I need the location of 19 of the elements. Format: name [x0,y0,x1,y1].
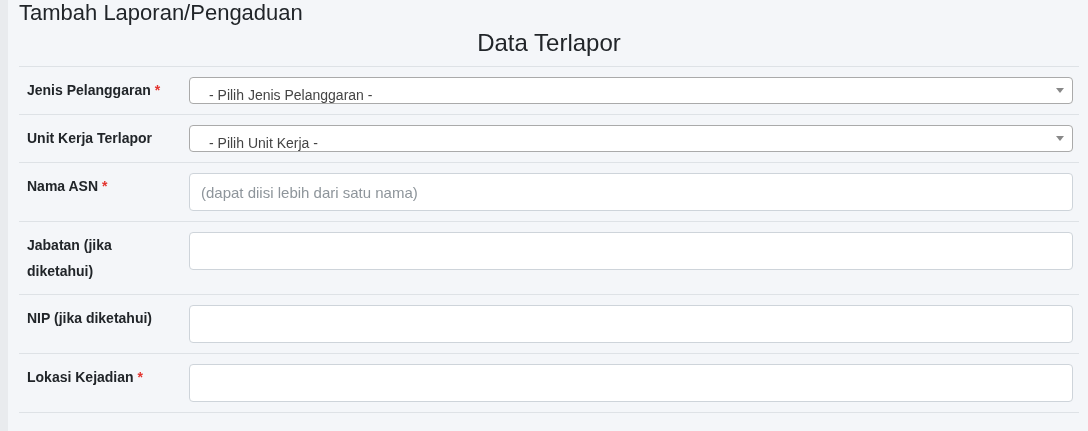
dropdown-field[interactable]: - Pilih Jenis Pelanggaran - [189,77,1073,104]
caret-icon [1056,88,1064,93]
page-title: Tambah Laporan/Pengaduan [19,0,303,26]
dropdown-field[interactable]: - Pilih Unit Kerja - [189,125,1073,152]
required-mark: * [102,178,108,194]
input-field[interactable]: (dapat diisi lebih dari satu nama) [189,173,1073,211]
input-field[interactable] [189,364,1073,402]
required-mark: * [154,82,161,98]
field-label: Unit Kerja Terlapor [26,129,153,148]
field-label: Jenis Pelanggaran * [26,81,162,100]
field-label: Nama ASN * [26,177,109,196]
section-title: Data Terlapor [19,26,1079,67]
caret-icon [1056,136,1064,141]
input-field[interactable] [189,305,1073,343]
required-mark: * [137,369,144,385]
input-field[interactable] [189,232,1073,270]
field-label: Lokasi Kejadian * [26,368,145,387]
field-label: Jabatan (jika diketahui) [26,236,113,281]
field-label: NIP (jika diketahui) [26,309,153,328]
